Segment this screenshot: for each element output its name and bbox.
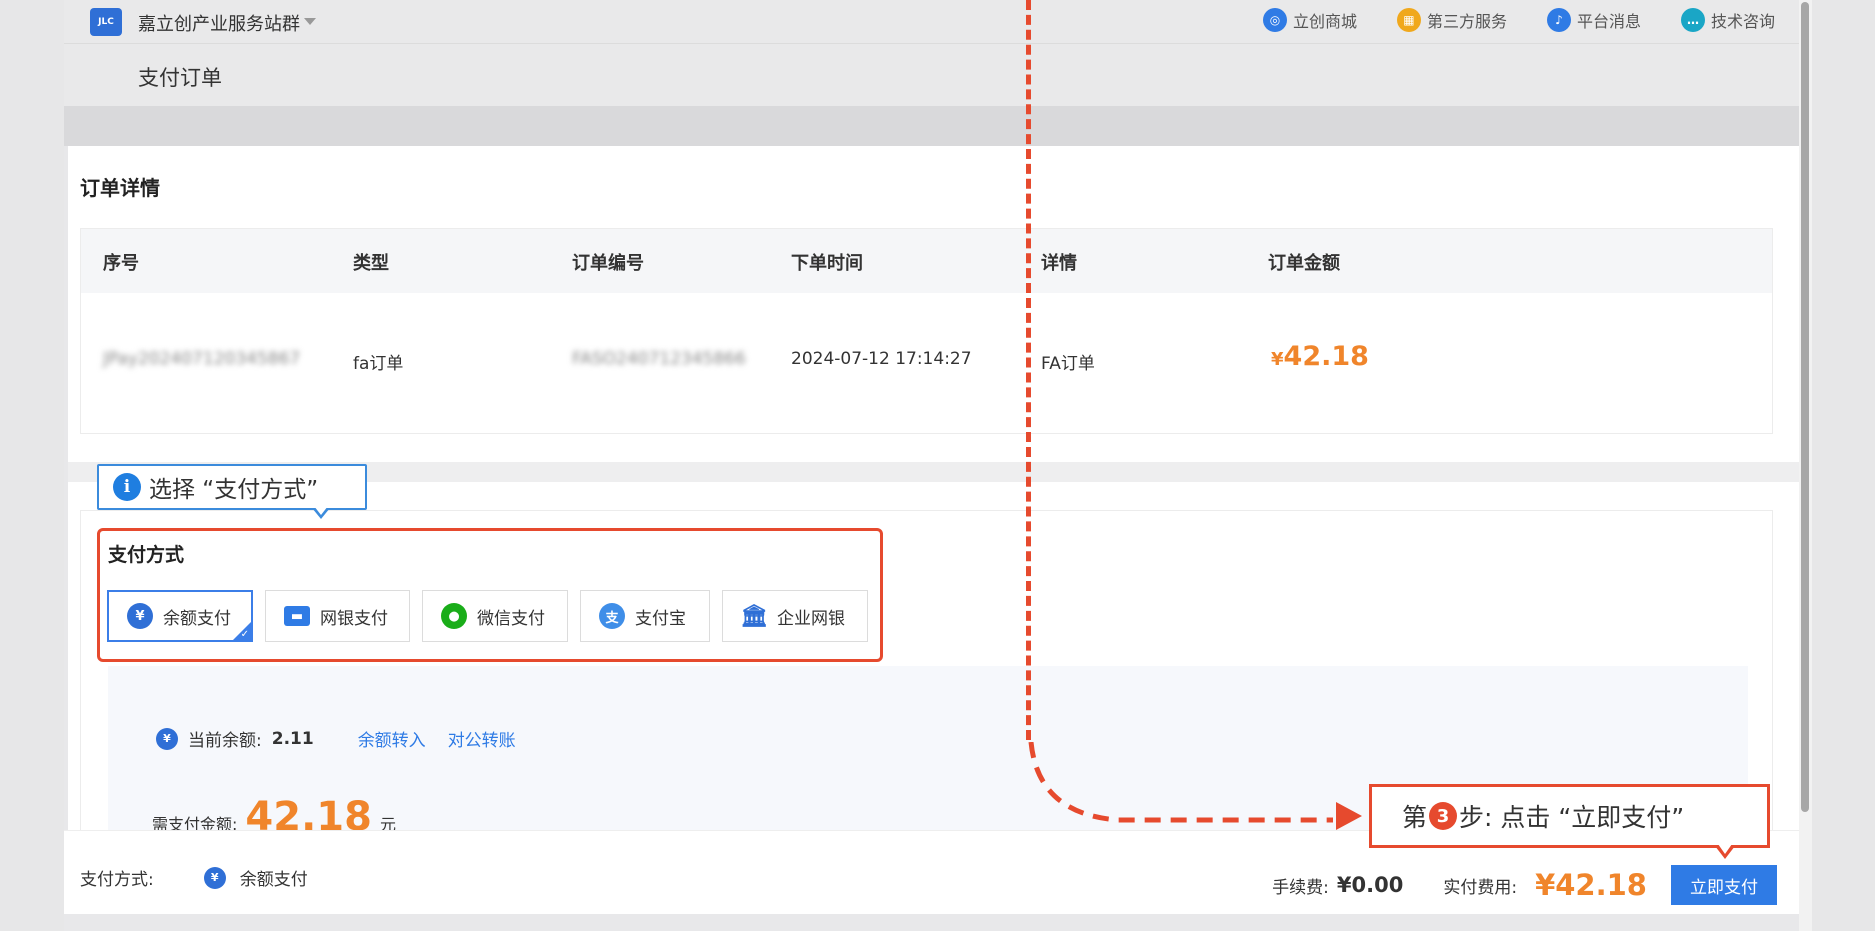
order-table: 序号 类型 订单编号 下单时间 详情 订单金额 JPay202407120345… <box>80 228 1773 434</box>
header-band <box>64 106 1799 146</box>
fee-value: ¥0.00 <box>1336 873 1404 897</box>
page-header: 支付订单 <box>64 44 1799 106</box>
wechat-icon: ● <box>441 603 467 629</box>
top-bar: JLC 嘉立创产业服务站群 ◎ 立创商城 ▦ 第三方服务 ♪ 平台消息 … 技术… <box>64 0 1799 44</box>
balance-yen-icon: ¥ <box>127 603 153 629</box>
amount-value: 42.18 <box>1283 341 1369 372</box>
step-prefix: 第 <box>1402 803 1428 832</box>
footer-method-label: 支付方式: <box>80 870 154 890</box>
step-pointer-fill <box>1718 844 1732 854</box>
balance-row: ¥ 当前余额: 2.11 余额转入 对公转账 <box>156 726 528 751</box>
scrollbar-thumb[interactable] <box>1801 2 1809 812</box>
site-logo[interactable]: JLC <box>90 8 122 36</box>
method-label: 微信支付 <box>477 608 545 629</box>
method-alipay[interactable]: 支 支付宝 <box>580 590 710 642</box>
actual-value: ¥42.18 <box>1535 868 1647 902</box>
tip-callout: i 选择 “支付方式” <box>97 464 367 510</box>
payment-method-title: 支付方式 <box>108 544 185 566</box>
top-link-messages[interactable]: ♪ 平台消息 <box>1546 8 1641 32</box>
top-link-label: 技术咨询 <box>1710 12 1775 31</box>
column-header: 订单编号 <box>572 253 644 274</box>
column-header: 类型 <box>353 253 389 274</box>
bell-icon: ♪ <box>1546 8 1571 32</box>
balance-value: 2.11 <box>271 728 314 749</box>
pay-now-button[interactable]: 立即支付 <box>1671 865 1777 905</box>
jlc-mall-icon: ◎ <box>1262 8 1287 32</box>
method-label: 余额支付 <box>163 608 231 629</box>
right-gutter <box>1812 0 1875 931</box>
bank-building-icon: 🏛 <box>740 603 768 629</box>
cell-type: fa订单 <box>353 354 404 374</box>
app-root: JLC 嘉立创产业服务站群 ◎ 立创商城 ▦ 第三方服务 ♪ 平台消息 … 技术… <box>0 0 1875 931</box>
grid-apps-icon: ▦ <box>1396 8 1421 32</box>
method-online-bank[interactable]: ▬ 网银支付 <box>265 590 410 642</box>
top-link-third-party[interactable]: ▦ 第三方服务 <box>1396 8 1507 32</box>
tip-pointer-fill <box>314 506 328 515</box>
method-label: 支付宝 <box>635 608 686 629</box>
info-icon: i <box>113 473 141 501</box>
top-link-label: 立创商城 <box>1292 12 1357 31</box>
step-number-badge: 3 <box>1429 802 1458 830</box>
selected-check-icon: ✓ <box>240 629 249 640</box>
method-balance[interactable]: ¥ 余额支付 ✓ <box>107 590 253 642</box>
page-title: 支付订单 <box>138 66 222 90</box>
balance-yen-icon: ¥ <box>203 866 226 889</box>
column-header: 订单金额 <box>1268 253 1340 274</box>
caret-down-icon[interactable] <box>304 18 316 25</box>
cell-order-no: FASO240712345866 <box>572 349 746 369</box>
cell-detail: FA订单 <box>1041 354 1095 374</box>
top-link-label: 平台消息 <box>1576 12 1641 31</box>
fee-label: 手续费: <box>1272 877 1329 898</box>
currency-symbol: ¥ <box>1271 349 1284 370</box>
annotation-arrow-icon <box>1336 802 1362 830</box>
tip-text: 选择 “支付方式” <box>149 477 319 503</box>
step-callout: 第 3 步: 点击 “立即支付” <box>1369 784 1770 848</box>
left-gutter <box>0 0 64 931</box>
top-link-mall[interactable]: ◎ 立创商城 <box>1262 8 1357 32</box>
transfer-in-link[interactable]: 余额转入 <box>358 726 426 751</box>
footer-method-value: 余额支付 <box>239 870 308 890</box>
alipay-icon: 支 <box>599 603 625 629</box>
bank-card-icon: ▬ <box>284 606 310 626</box>
top-link-label: 第三方服务 <box>1426 12 1507 31</box>
method-label: 网银支付 <box>320 608 388 629</box>
method-enterprise-bank[interactable]: 🏛 企业网银 <box>722 590 868 642</box>
corporate-transfer-link[interactable]: 对公转账 <box>448 726 516 751</box>
actual-label: 实付费用: <box>1443 877 1518 898</box>
column-header: 详情 <box>1041 253 1077 274</box>
payment-method-list: ¥ 余额支付 ✓ ▬ 网银支付 ● 微信支付 支 支付宝 🏛 企业网银 <box>107 590 868 642</box>
yen-icon: ¥ <box>156 727 178 750</box>
annotation-dashed-line <box>1026 0 1031 740</box>
top-link-tech-support[interactable]: … 技术咨询 <box>1680 8 1775 32</box>
cell-serial: JPay202407120345867 <box>103 349 301 369</box>
chat-bubble-icon: … <box>1680 8 1705 32</box>
footer-totals: 手续费: ¥0.00 实付费用: ¥42.18 立即支付 <box>1272 865 1777 905</box>
cell-amount: ¥42.18 <box>1271 341 1369 372</box>
balance-label: 当前余额: <box>188 731 262 751</box>
annotation-dashed-curve <box>1028 742 1333 823</box>
order-details-title: 订单详情 <box>80 176 160 200</box>
column-header: 序号 <box>103 253 139 274</box>
footer-method: 支付方式: ¥ 余额支付 <box>80 865 308 890</box>
site-switcher[interactable]: 嘉立创产业服务站群 <box>138 10 300 36</box>
method-label: 企业网银 <box>777 608 845 629</box>
step-text: 步: 点击 “立即支付” <box>1459 803 1685 832</box>
method-wechat[interactable]: ● 微信支付 <box>422 590 568 642</box>
column-header: 下单时间 <box>791 253 863 274</box>
top-links: ◎ 立创商城 ▦ 第三方服务 ♪ 平台消息 … 技术咨询 <box>1262 8 1775 32</box>
cell-time: 2024-07-12 17:14:27 <box>791 349 972 369</box>
table-header: 序号 类型 订单编号 下单时间 详情 订单金额 <box>81 229 1772 293</box>
